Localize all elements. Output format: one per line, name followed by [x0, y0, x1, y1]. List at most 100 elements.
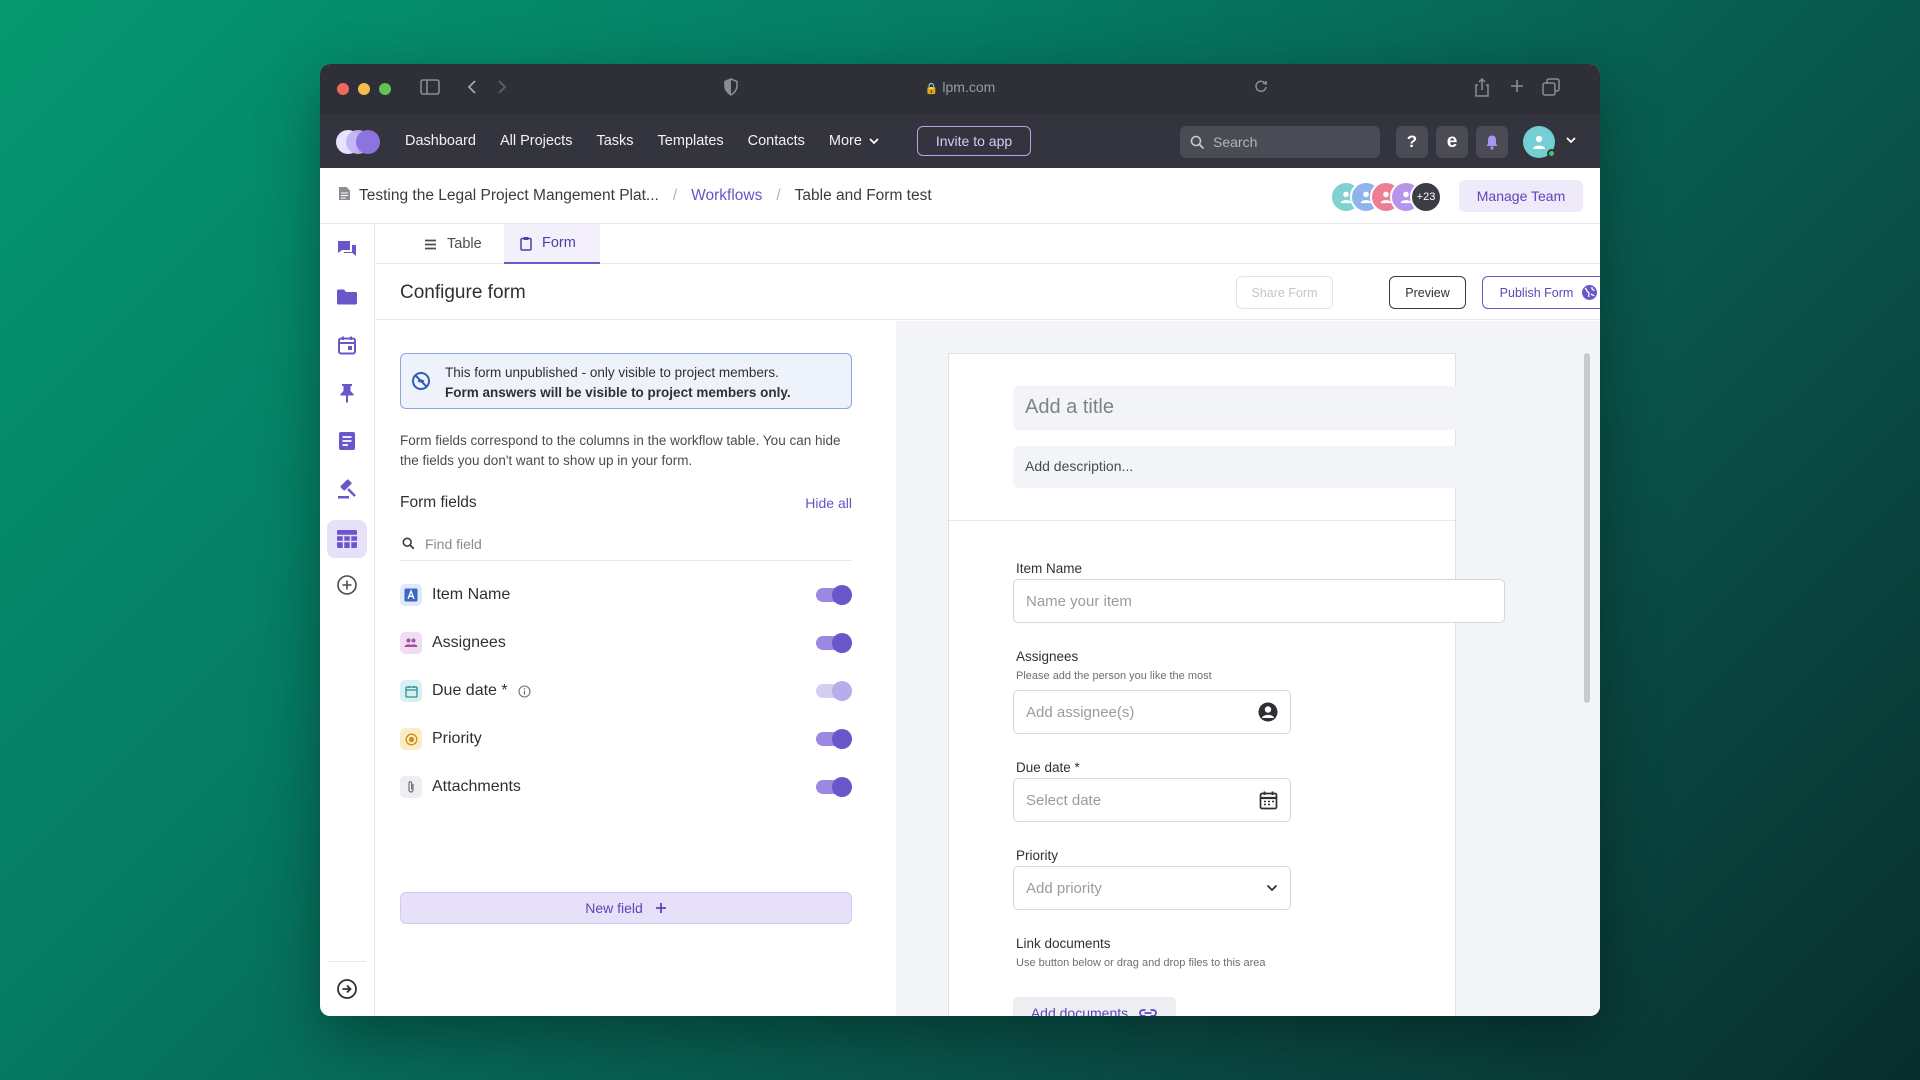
publish-form-label: Publish Form: [1499, 285, 1574, 300]
calendar-icon[interactable]: [327, 326, 367, 364]
info-icon[interactable]: [518, 684, 531, 698]
divider: [949, 520, 1455, 521]
configure-form-header: Configure form Share Form Preview Publis…: [376, 265, 1600, 320]
browser-window: 🔒 lpm.com Dashboard All Projects Tasks Te…: [320, 64, 1600, 1016]
field-visibility-toggle[interactable]: [816, 681, 852, 701]
form-fields-heading: Form fields Hide all: [400, 494, 852, 512]
notifications-button[interactable]: [1476, 126, 1508, 158]
form-title-input[interactable]: Add a title: [1013, 386, 1505, 430]
gavel-icon[interactable]: [327, 470, 367, 508]
nav-dashboard[interactable]: Dashboard: [405, 133, 476, 149]
find-field-input[interactable]: Find field: [400, 527, 852, 561]
new-tab-icon[interactable]: [1509, 78, 1525, 100]
field-visibility-toggle[interactable]: [816, 585, 852, 605]
address-bar[interactable]: 🔒 lpm.com: [320, 79, 1600, 95]
clipboard-icon: [520, 236, 532, 251]
pin-icon[interactable]: [327, 374, 367, 412]
notes-icon[interactable]: [327, 422, 367, 460]
due-date-label: Due date *: [1016, 760, 1080, 775]
help-button[interactable]: ?: [1396, 126, 1428, 158]
invite-button[interactable]: Invite to app: [917, 126, 1031, 156]
preview-button[interactable]: Preview: [1389, 276, 1466, 309]
user-avatar[interactable]: [1523, 126, 1556, 158]
team-extra-count: +23: [1410, 181, 1442, 213]
publish-form-button[interactable]: Publish Form: [1482, 276, 1600, 309]
nav-tasks[interactable]: Tasks: [596, 133, 633, 149]
tab-table[interactable]: Table: [408, 224, 498, 264]
field-row-attachments: Attachments: [400, 773, 852, 801]
breadcrumb-current: Table and Form test: [794, 186, 932, 204]
nav-templates[interactable]: Templates: [658, 133, 724, 149]
priority-icon: [400, 728, 422, 750]
link-documents-label: Link documents: [1016, 936, 1111, 951]
field-visibility-toggle[interactable]: [816, 729, 852, 749]
expand-arrow-icon[interactable]: [327, 970, 367, 1008]
field-visibility-toggle[interactable]: [816, 777, 852, 797]
list-icon: [425, 239, 436, 249]
paperclip-icon: [400, 776, 422, 798]
chat-icon[interactable]: [327, 230, 367, 268]
form-config-panel: This form unpublished - only visible to …: [376, 321, 896, 1016]
field-visibility-toggle[interactable]: [816, 633, 852, 653]
link-documents-hint: Use button below or drag and drop files …: [1016, 957, 1266, 969]
breadcrumb-workflows[interactable]: Workflows: [691, 187, 762, 205]
item-name-input[interactable]: Name your item: [1013, 579, 1505, 623]
hide-all-button[interactable]: Hide all: [805, 495, 852, 511]
priority-select[interactable]: Add priority: [1013, 866, 1291, 910]
field-row-due-date: Due date *: [400, 677, 852, 705]
form-preview-area: Add a title Add description... Item Name…: [896, 321, 1600, 1016]
add-documents-button[interactable]: Add documents: [1013, 997, 1176, 1016]
rail-divider: [328, 961, 366, 962]
breadcrumb-project[interactable]: Testing the Legal Project Mangement Plat…: [359, 187, 659, 205]
reload-icon[interactable]: [1254, 78, 1268, 100]
url-text: lpm.com: [942, 79, 996, 95]
field-label: Assignees: [432, 634, 506, 651]
share-icon[interactable]: [1474, 77, 1490, 104]
field-label: Item Name: [432, 586, 511, 603]
plus-icon: [655, 903, 666, 913]
assignees-placeholder: Add assignee(s): [1026, 703, 1135, 721]
form-description-input[interactable]: Add description...: [1013, 446, 1505, 488]
chevron-down-icon: [1266, 884, 1278, 892]
user-menu-chevron-icon[interactable]: [1565, 131, 1577, 147]
calendar-icon: [1259, 791, 1278, 810]
view-tabs: Table Form: [376, 224, 1600, 264]
field-row-priority: Priority: [400, 725, 852, 753]
find-field-placeholder: Find field: [425, 535, 482, 552]
text-icon: [400, 584, 422, 606]
tab-form[interactable]: Form: [504, 224, 600, 264]
field-label: Priority: [432, 730, 482, 747]
tab-table-label: Table: [447, 236, 482, 252]
folder-icon[interactable]: [327, 278, 367, 316]
due-date-input[interactable]: Select date: [1013, 778, 1291, 822]
chevron-down-icon: [869, 138, 879, 145]
nav-more-label: More: [828, 133, 862, 149]
add-circle-icon[interactable]: [327, 566, 367, 604]
item-name-label: Item Name: [1016, 561, 1083, 576]
preview-scrollbar[interactable]: [1584, 353, 1590, 703]
e-button[interactable]: e: [1436, 126, 1468, 158]
notice-line-2: Form answers will be visible to project …: [445, 385, 791, 400]
browser-toolbar: 🔒 lpm.com: [320, 64, 1600, 114]
nav-all-projects[interactable]: All Projects: [500, 133, 573, 149]
help-text: Form fields correspond to the columns in…: [400, 433, 841, 468]
share-form-button[interactable]: Share Form: [1236, 276, 1333, 309]
page-title: Configure form: [400, 282, 526, 303]
search-input[interactable]: Search: [1180, 126, 1380, 158]
assignees-input[interactable]: Add assignee(s): [1013, 690, 1291, 734]
person-circle-icon: [1258, 702, 1278, 722]
tab-form-label: Form: [542, 235, 576, 251]
new-field-button[interactable]: New field: [400, 892, 852, 924]
notice-line-1: This form unpublished - only visible to …: [445, 365, 779, 380]
table-icon[interactable]: [327, 520, 367, 558]
online-status-dot: [1547, 149, 1556, 158]
eye-slash-icon: [411, 371, 431, 397]
priority-label: Priority: [1016, 848, 1059, 863]
link-icon: [1139, 1009, 1157, 1016]
nav-more[interactable]: More: [829, 133, 880, 149]
manage-team-button[interactable]: Manage Team: [1459, 180, 1583, 212]
app-logo[interactable]: [336, 130, 380, 154]
nav-contacts[interactable]: Contacts: [748, 133, 805, 149]
unpublished-notice: This form unpublished - only visible to …: [400, 353, 852, 409]
tabs-overview-icon[interactable]: [1542, 78, 1560, 102]
